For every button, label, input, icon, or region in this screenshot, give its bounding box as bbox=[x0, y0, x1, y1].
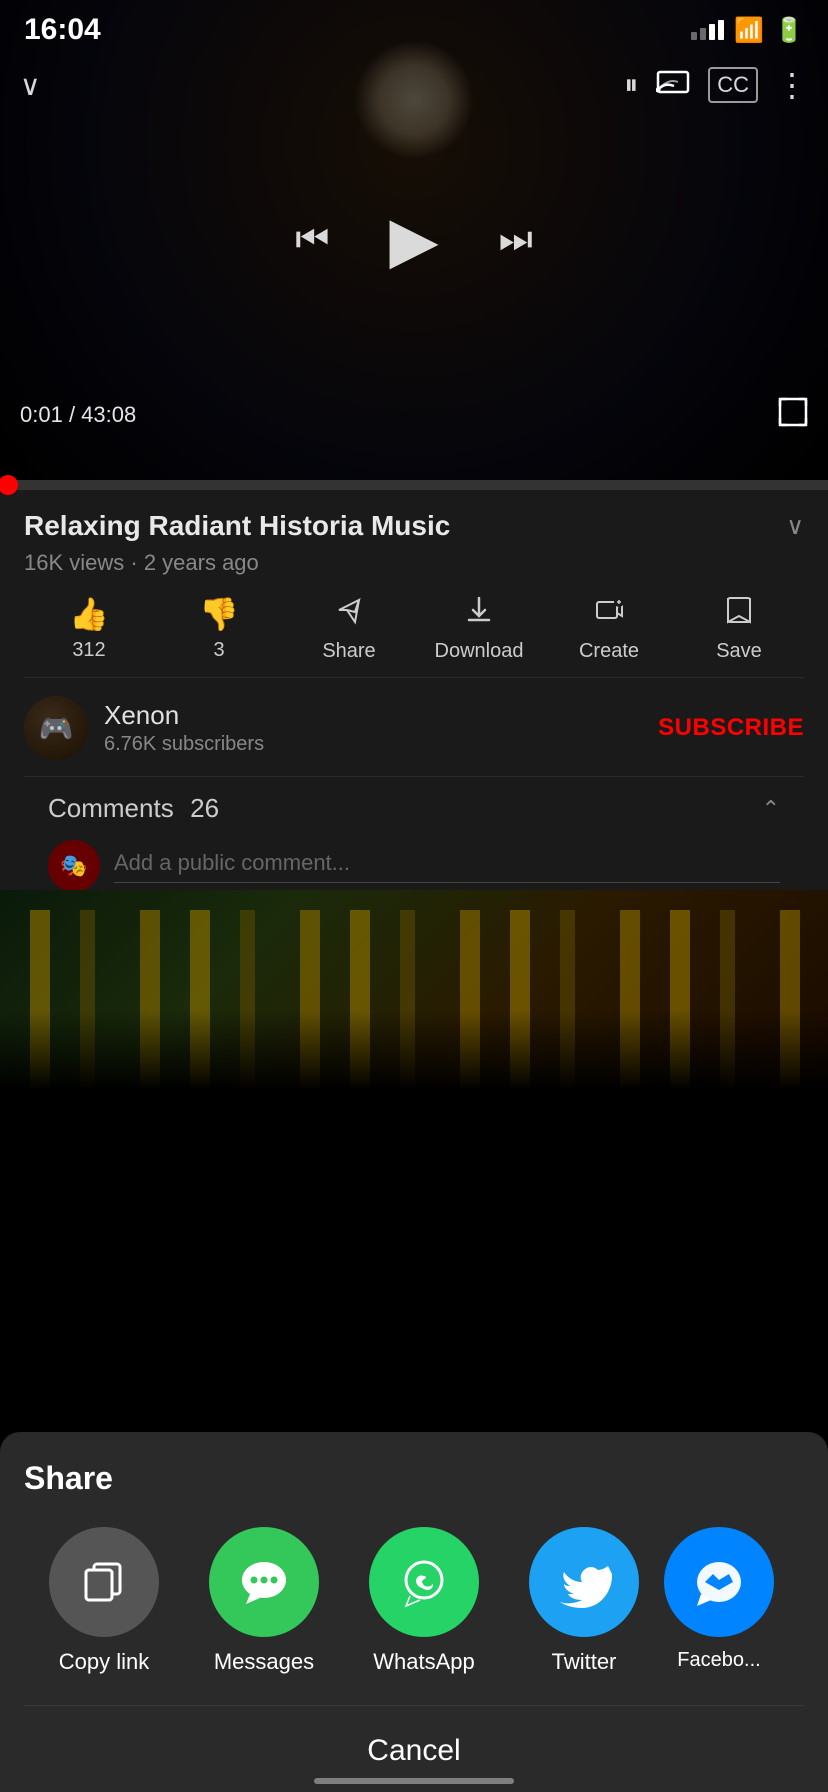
download-icon bbox=[463, 594, 495, 634]
download-label: Download bbox=[435, 640, 524, 663]
video-title: Relaxing Radiant Historia Music bbox=[24, 508, 776, 544]
home-indicator bbox=[314, 1778, 514, 1784]
channel-name: Xenon bbox=[104, 700, 658, 731]
whatsapp-icon bbox=[369, 1527, 479, 1637]
collapse-button[interactable]: ∨ bbox=[20, 69, 41, 102]
like-icon: 👍 bbox=[69, 595, 109, 633]
dislike-count: 3 bbox=[213, 639, 224, 662]
action-buttons-row: 👍 312 👎 3 Share Download bbox=[24, 576, 804, 678]
thumbnail-strip bbox=[0, 890, 828, 1090]
pause-button[interactable]: ⏸ bbox=[624, 69, 638, 102]
save-icon bbox=[723, 594, 755, 634]
create-button[interactable]: Create bbox=[544, 594, 674, 663]
playback-controls: ⏮ ▶ ⏭ bbox=[295, 203, 533, 278]
dislike-button[interactable]: 👎 3 bbox=[154, 595, 284, 662]
channel-subscribers: 6.76K subscribers bbox=[104, 733, 658, 756]
share-sheet: Share Copy link bbox=[0, 1432, 828, 1792]
dislike-icon: 👎 bbox=[199, 595, 239, 633]
next-button[interactable]: ⏭ bbox=[499, 219, 533, 262]
previous-button[interactable]: ⏮ bbox=[295, 219, 329, 262]
fullscreen-button[interactable] bbox=[778, 397, 808, 434]
status-icons: 📶 🔋 bbox=[691, 16, 804, 45]
comments-label: Comments bbox=[48, 793, 174, 823]
save-button[interactable]: Save bbox=[674, 594, 804, 663]
copy-link-icon bbox=[49, 1527, 159, 1637]
messages-icon bbox=[209, 1527, 319, 1637]
messenger-label: Facebo... bbox=[677, 1649, 760, 1672]
create-label: Create bbox=[579, 640, 639, 663]
messenger-icon bbox=[664, 1527, 774, 1637]
share-app-messages[interactable]: Messages bbox=[184, 1527, 344, 1675]
whatsapp-label: WhatsApp bbox=[373, 1649, 475, 1675]
messages-label: Messages bbox=[214, 1649, 314, 1675]
channel-info: Xenon 6.76K subscribers bbox=[104, 700, 658, 756]
channel-avatar[interactable]: 🎮 bbox=[24, 696, 88, 760]
copy-link-label: Copy link bbox=[59, 1649, 149, 1675]
share-app-messenger[interactable]: Facebo... bbox=[664, 1527, 774, 1675]
next-video-thumbnail bbox=[0, 890, 828, 1090]
status-time: 16:04 bbox=[24, 13, 101, 47]
play-button[interactable]: ▶ bbox=[389, 203, 438, 278]
comments-sort-icon[interactable]: ⌃ bbox=[762, 796, 780, 822]
cast-button[interactable] bbox=[656, 68, 690, 103]
video-info-section: Relaxing Radiant Historia Music ∨ 16K vi… bbox=[0, 490, 828, 919]
battery-icon: 🔋 bbox=[774, 16, 804, 45]
video-progress-bar[interactable] bbox=[0, 480, 828, 490]
subscribe-button[interactable]: SUBSCRIBE bbox=[658, 714, 804, 742]
share-app-whatsapp[interactable]: WhatsApp bbox=[344, 1527, 504, 1675]
video-timestamp: 0:01 / 43:08 bbox=[20, 402, 136, 428]
like-button[interactable]: 👍 312 bbox=[24, 595, 154, 662]
like-count: 312 bbox=[72, 639, 105, 662]
video-player[interactable]: ∨ ⏸ CC ⋮ ⏮ ▶ ⏭ 0:01 / 43:08 bbox=[0, 0, 828, 480]
comments-count: 26 bbox=[190, 793, 219, 823]
twitter-label: Twitter bbox=[552, 1649, 617, 1675]
share-apps-row: Copy link Messages bbox=[24, 1527, 804, 1685]
video-top-controls: ∨ ⏸ CC ⋮ bbox=[0, 56, 828, 114]
video-meta: 16K views · 2 years ago bbox=[24, 550, 804, 576]
user-avatar: 🎭 bbox=[48, 840, 100, 892]
cc-button[interactable]: CC bbox=[708, 67, 758, 103]
channel-row: 🎮 Xenon 6.76K subscribers SUBSCRIBE bbox=[24, 678, 804, 777]
download-button[interactable]: Download bbox=[414, 594, 544, 663]
share-title: Share bbox=[24, 1460, 804, 1497]
share-icon bbox=[333, 594, 365, 634]
share-app-twitter[interactable]: Twitter bbox=[504, 1527, 664, 1675]
more-options-button[interactable]: ⋮ bbox=[776, 66, 808, 104]
share-button[interactable]: Share bbox=[284, 594, 414, 663]
progress-fill bbox=[0, 480, 8, 490]
twitter-icon bbox=[529, 1527, 639, 1637]
wifi-icon: 📶 bbox=[734, 16, 764, 45]
comment-input[interactable]: Add a public comment... bbox=[114, 850, 780, 883]
share-app-copy-link[interactable]: Copy link bbox=[24, 1527, 184, 1675]
status-bar: 16:04 📶 🔋 bbox=[0, 0, 828, 56]
share-label: Share bbox=[322, 640, 375, 663]
signal-icon bbox=[691, 20, 724, 40]
save-label: Save bbox=[716, 640, 762, 663]
create-icon bbox=[593, 594, 625, 634]
expand-icon[interactable]: ∨ bbox=[786, 512, 804, 541]
